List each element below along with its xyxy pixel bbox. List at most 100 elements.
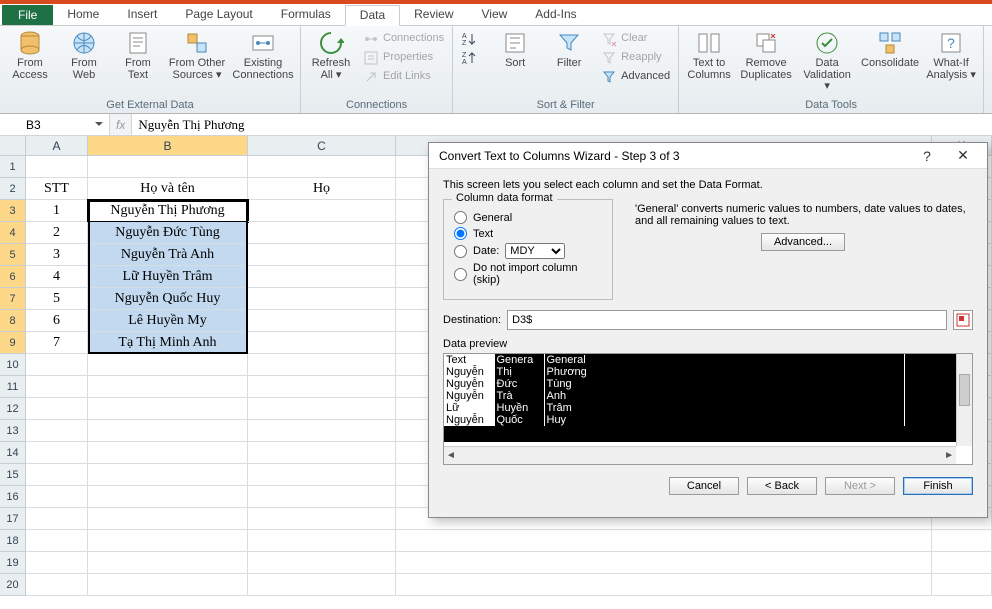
cell[interactable] — [932, 530, 992, 552]
range-picker-button[interactable] — [953, 310, 973, 330]
back-button[interactable]: < Back — [747, 477, 817, 495]
cell[interactable]: Họ và tên — [88, 178, 248, 200]
btn-from-web[interactable]: From Web — [60, 28, 108, 98]
cell[interactable] — [248, 156, 396, 178]
cell[interactable]: 1 — [26, 200, 88, 222]
col-C[interactable]: C — [248, 136, 396, 155]
btn-reapply[interactable]: Reapply — [599, 49, 672, 67]
cancel-button[interactable]: Cancel — [669, 477, 739, 495]
preview-col-header[interactable]: Genera — [494, 354, 544, 366]
scrollbar-thumb[interactable] — [959, 374, 970, 406]
destination-input[interactable] — [507, 310, 947, 330]
date-format-select[interactable]: MDY — [505, 243, 565, 259]
col-B[interactable]: B — [88, 136, 248, 155]
cell[interactable] — [248, 354, 396, 376]
row-7[interactable]: 7 — [0, 288, 26, 310]
row-5[interactable]: 5 — [0, 244, 26, 266]
btn-text-to-columns[interactable]: Text to Columns — [685, 28, 733, 98]
cell[interactable] — [88, 442, 248, 464]
row-12[interactable]: 12 — [0, 398, 26, 420]
row-14[interactable]: 14 — [0, 442, 26, 464]
btn-what-if[interactable]: ?What-If Analysis ▾ — [925, 28, 977, 98]
row-17[interactable]: 17 — [0, 508, 26, 530]
tab-formulas[interactable]: Formulas — [267, 5, 345, 25]
row-9[interactable]: 9 — [0, 332, 26, 354]
radio-text-input[interactable] — [454, 227, 467, 240]
btn-refresh-all[interactable]: Refresh All ▾ — [307, 28, 355, 98]
cell[interactable] — [26, 552, 88, 574]
cell[interactable] — [248, 486, 396, 508]
cell-active[interactable]: Nguyễn Thị Phương — [88, 200, 248, 222]
next-button[interactable]: Next > — [825, 477, 895, 495]
cell[interactable]: Họ — [248, 178, 396, 200]
tab-page-layout[interactable]: Page Layout — [171, 5, 266, 25]
row-2[interactable]: 2 — [0, 178, 26, 200]
row-1[interactable]: 1 — [0, 156, 26, 178]
cell[interactable]: STT — [26, 178, 88, 200]
cell[interactable] — [26, 508, 88, 530]
cell[interactable] — [932, 552, 992, 574]
cell[interactable] — [932, 574, 992, 596]
btn-data-validation[interactable]: Data Validation ▾ — [799, 28, 855, 98]
cell[interactable] — [26, 398, 88, 420]
row-15[interactable]: 15 — [0, 464, 26, 486]
btn-from-access[interactable]: From Access — [6, 28, 54, 98]
advanced-button[interactable]: Advanced... — [761, 233, 845, 251]
cell[interactable] — [248, 442, 396, 464]
cell[interactable]: Nguyễn Quốc Huy — [88, 288, 248, 310]
cell[interactable] — [248, 332, 396, 354]
cell[interactable] — [248, 376, 396, 398]
cell[interactable] — [88, 574, 248, 596]
tab-addins[interactable]: Add-Ins — [521, 5, 590, 25]
cell[interactable] — [88, 464, 248, 486]
cell[interactable] — [248, 398, 396, 420]
cell[interactable] — [248, 530, 396, 552]
cell[interactable] — [26, 156, 88, 178]
cell[interactable] — [248, 200, 396, 222]
tab-home[interactable]: Home — [53, 5, 113, 25]
cell[interactable] — [88, 530, 248, 552]
cell[interactable] — [248, 222, 396, 244]
btn-consolidate[interactable]: Consolidate — [861, 28, 919, 98]
row-6[interactable]: 6 — [0, 266, 26, 288]
cell[interactable]: 3 — [26, 244, 88, 266]
data-preview[interactable]: Text Genera General NguyễnThịPhương Nguy… — [443, 353, 973, 465]
radio-general[interactable]: General — [454, 211, 602, 224]
btn-sort-az[interactable]: AZ — [459, 30, 485, 48]
cell[interactable] — [248, 310, 396, 332]
row-20[interactable]: 20 — [0, 574, 26, 596]
cell[interactable]: 4 — [26, 266, 88, 288]
tab-view[interactable]: View — [468, 5, 522, 25]
name-box[interactable]: B3 — [0, 114, 110, 135]
cell[interactable] — [248, 420, 396, 442]
preview-col-header[interactable]: Text — [444, 354, 494, 366]
cell[interactable] — [248, 266, 396, 288]
radio-date[interactable]: Date: MDY — [454, 243, 602, 259]
cell[interactable] — [248, 508, 396, 530]
radio-general-input[interactable] — [454, 211, 467, 224]
cell[interactable] — [88, 486, 248, 508]
cell[interactable] — [26, 420, 88, 442]
cell[interactable]: Lê Huyền My — [88, 310, 248, 332]
cell[interactable] — [88, 354, 248, 376]
help-button[interactable]: ? — [909, 148, 945, 164]
cell[interactable] — [88, 508, 248, 530]
scroll-right-icon[interactable]: ► — [944, 450, 954, 461]
btn-sort-za[interactable]: ZA — [459, 49, 485, 67]
btn-from-text[interactable]: From Text — [114, 28, 162, 98]
cell[interactable]: Tạ Thị Minh Anh — [88, 332, 248, 354]
cell[interactable] — [248, 574, 396, 596]
cell[interactable] — [248, 552, 396, 574]
tab-insert[interactable]: Insert — [113, 5, 171, 25]
cell[interactable] — [88, 552, 248, 574]
cell[interactable] — [26, 530, 88, 552]
cell[interactable] — [88, 420, 248, 442]
cell[interactable]: Nguyễn Trà Anh — [88, 244, 248, 266]
cell[interactable] — [396, 574, 932, 596]
btn-properties[interactable]: Properties — [361, 49, 446, 67]
cell[interactable]: 6 — [26, 310, 88, 332]
cell[interactable]: Nguyễn Đức Tùng — [88, 222, 248, 244]
row-19[interactable]: 19 — [0, 552, 26, 574]
cell[interactable] — [26, 442, 88, 464]
cell[interactable] — [26, 486, 88, 508]
